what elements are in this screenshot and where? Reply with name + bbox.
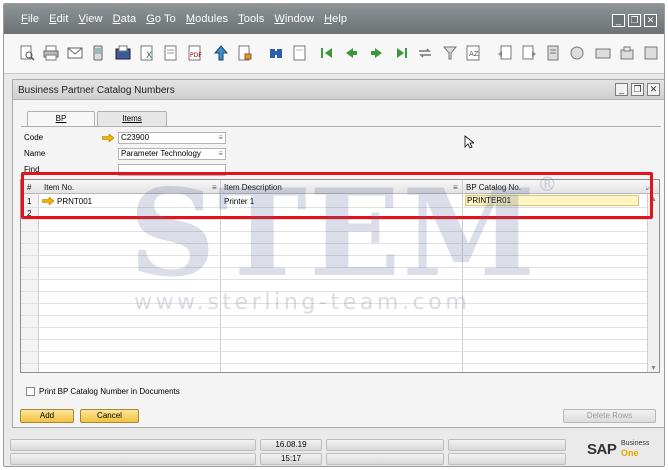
menu-bar: File Edit View Data Go To Modules Tools … — [4, 4, 664, 34]
menu-tools[interactable]: Tools — [238, 13, 264, 25]
print-icon[interactable] — [42, 44, 60, 62]
code-field[interactable]: C23900 ≡ — [118, 132, 226, 144]
status-bar: 16.08.19 15:17 — [4, 432, 664, 466]
base-document-icon[interactable] — [496, 44, 514, 62]
tab-items[interactable]: Items — [97, 111, 167, 126]
app-close-button[interactable]: ✕ — [644, 14, 657, 27]
volume-weight-icon[interactable] — [618, 44, 636, 62]
print-catalog-checkbox[interactable] — [26, 387, 35, 396]
status-message-box — [10, 439, 256, 451]
next-record-icon[interactable] — [368, 44, 386, 62]
status-field — [326, 439, 444, 451]
menu-goto[interactable]: Go To — [146, 13, 176, 25]
settings-icon[interactable] — [642, 44, 660, 62]
menu-view[interactable]: View — [79, 13, 103, 25]
watermark-url: www.sterling-team.com — [134, 290, 471, 315]
email-icon[interactable] — [66, 44, 84, 62]
tab-bp[interactable]: BP — [27, 111, 95, 127]
journal-entry-icon[interactable] — [544, 44, 562, 62]
choose-from-list-icon[interactable]: ≡ — [218, 133, 223, 143]
menu-help[interactable]: Help — [324, 13, 347, 25]
previous-record-icon[interactable] — [342, 44, 360, 62]
row-divider — [21, 363, 659, 364]
app-frame: File Edit View Data Go To Modules Tools … — [3, 3, 665, 467]
target-document-icon[interactable] — [520, 44, 538, 62]
tab-divider — [21, 126, 661, 127]
vertical-scrollbar[interactable]: ▲ ▼ — [647, 194, 659, 372]
name-field[interactable]: Parameter Technology ≡ — [118, 148, 226, 160]
delete-rows-button[interactable]: Delete Rows — [563, 409, 656, 423]
sms-icon[interactable] — [90, 44, 108, 62]
launch-app-icon[interactable] — [212, 44, 230, 62]
export-excel-icon[interactable]: X — [138, 44, 156, 62]
row-divider — [21, 315, 659, 316]
menu-modules[interactable]: Modules — [186, 13, 228, 25]
cancel-button[interactable]: Cancel — [80, 409, 139, 423]
last-record-icon[interactable] — [392, 44, 410, 62]
toolbar: X PDF AZ — [4, 34, 664, 74]
sap-business-one-logo: SAP Business One — [587, 440, 650, 458]
filter-icon[interactable] — [441, 44, 459, 62]
window-restore-button[interactable]: ❐ — [631, 83, 644, 96]
status-date: 16.08.19 — [260, 439, 322, 451]
code-label: Code — [24, 133, 44, 142]
app-minimize-button[interactable]: _ — [612, 14, 625, 27]
status-field — [448, 439, 566, 451]
name-lookup-icon[interactable]: ≡ — [218, 149, 223, 159]
window-minimize-button[interactable]: _ — [615, 83, 628, 96]
mouse-cursor-icon — [464, 135, 476, 149]
watermark-logo: STEM® — [129, 163, 560, 304]
refresh-icon[interactable] — [416, 44, 434, 62]
scroll-down-icon[interactable]: ▼ — [650, 365, 657, 372]
menu-edit[interactable]: Edit — [49, 13, 68, 25]
menu-data[interactable]: Data — [113, 13, 137, 25]
svg-text:AZ: AZ — [469, 50, 479, 58]
add-button[interactable]: Add — [20, 409, 74, 423]
window-title: Business Partner Catalog Numbers — [18, 85, 175, 96]
sort-icon[interactable]: AZ — [464, 44, 482, 62]
first-record-icon[interactable] — [318, 44, 336, 62]
print-catalog-label: Print BP Catalog Number in Documents — [39, 387, 180, 396]
add-record-icon[interactable] — [291, 44, 309, 62]
status-field — [448, 453, 566, 465]
window-close-button[interactable]: ✕ — [647, 83, 660, 96]
menu-window[interactable]: Window — [274, 13, 314, 25]
svg-text:X: X — [146, 51, 152, 61]
menu-file[interactable]: File — [21, 13, 39, 25]
print-preview-icon[interactable] — [18, 44, 36, 62]
window-title-bar: Business Partner Catalog Numbers _ ❐ ✕ — [13, 80, 664, 100]
name-label: Name — [24, 149, 46, 158]
status-time: 15:17 — [260, 453, 322, 465]
payment-means-icon[interactable] — [594, 44, 612, 62]
row-divider — [21, 351, 659, 352]
fax-icon[interactable] — [114, 44, 132, 62]
export-pdf-icon[interactable]: PDF — [186, 44, 204, 62]
link-arrow-icon[interactable] — [102, 134, 114, 142]
svg-text:PDF: PDF — [190, 52, 202, 59]
app-restore-button[interactable]: ❐ — [628, 14, 641, 27]
row-number-column — [21, 194, 39, 372]
export-word-icon[interactable] — [162, 44, 180, 62]
find-icon[interactable] — [267, 44, 285, 62]
gross-profit-icon[interactable] — [568, 44, 586, 62]
row-divider — [21, 327, 659, 328]
status-field — [326, 453, 444, 465]
lock-screen-icon[interactable] — [236, 44, 254, 62]
status-message-box — [10, 453, 256, 465]
row-divider — [21, 339, 659, 340]
